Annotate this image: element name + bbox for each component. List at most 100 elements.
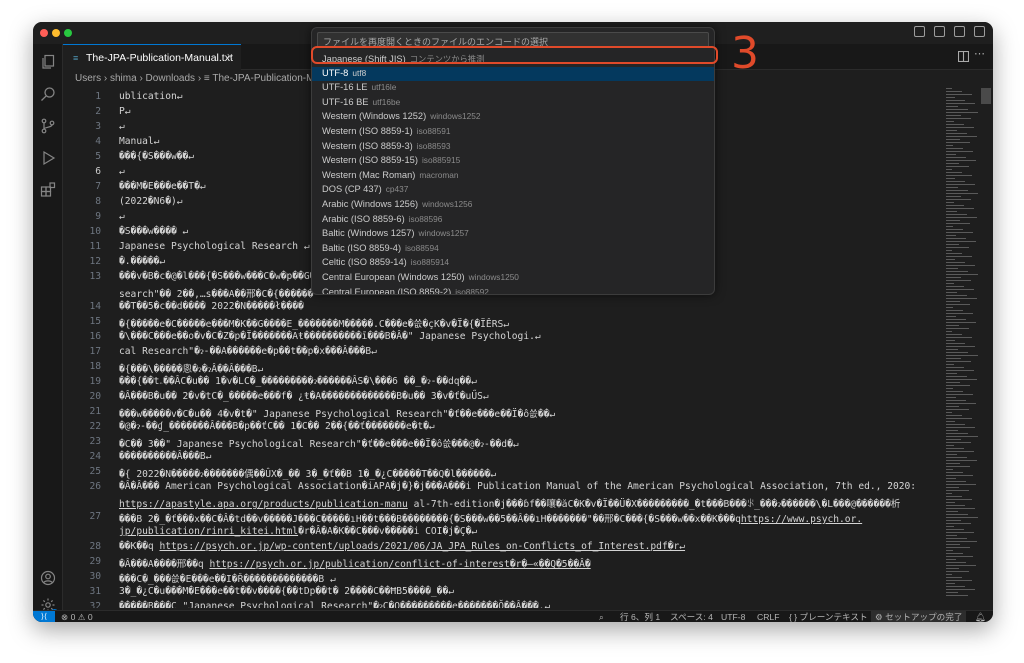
encoding-option[interactable]: Baltic (ISO 8859-4) iso88594 (312, 242, 714, 257)
zoom-search-icon[interactable]: ⌕ (599, 611, 604, 622)
code-line[interactable]: 21 ���w�����v�C�u�� 4�v�t�" Japanese Psyc… (63, 406, 943, 421)
minimap-line (946, 469, 953, 470)
explorer-icon[interactable] (40, 54, 56, 70)
customize-layout-icon[interactable] (914, 26, 925, 37)
code-line[interactable]: 20 �Â���B�u�� 2�v�tC�_�����e���f� ¿ŧ�A���… (63, 391, 943, 406)
line-number: 9 (95, 211, 101, 222)
encoding-option[interactable]: Celtic (ISO 8859-14) iso885914 (312, 256, 714, 271)
language-mode[interactable]: { } プレーンテキスト (789, 611, 868, 622)
line-text: �����B���C "Japanese Psychological Resea… (119, 601, 551, 608)
code-line[interactable]: 25 �{ 2022�N�����ɂ�������偊��ÛX�_�� 3�_�ť�… (63, 466, 943, 481)
selection-highlight-box (311, 46, 718, 64)
encoding-option[interactable]: DOS (CP 437) cp437 (312, 183, 714, 198)
minimap-line (946, 106, 958, 107)
line-text: P↵ (119, 106, 131, 117)
minimize-window-button[interactable] (52, 29, 60, 37)
cursor-position[interactable]: 行 6、列 1 (620, 611, 660, 622)
minimap-line (946, 199, 971, 200)
search-icon[interactable] (40, 86, 56, 102)
encoding-option[interactable]: Baltic (Windows 1257) windows1257 (312, 227, 714, 242)
minimap-line (946, 388, 953, 389)
minimap-line (946, 97, 955, 98)
remote-indicator[interactable]: ⟩⟨ (33, 611, 55, 622)
encoding-option-label: Central European (Windows 1250) (322, 271, 465, 282)
minimap-line (946, 109, 968, 110)
code-line[interactable]: 14 �́�T��5�c��d���� 2022�N�����ł���� (63, 301, 943, 316)
minimap-line (946, 523, 971, 524)
minimap-line (946, 460, 977, 461)
code-line[interactable]: 32 �����B���C "Japanese Psychological Res… (63, 601, 943, 608)
account-icon[interactable] (40, 570, 56, 586)
encoding-quick-pick: ファイルを再度開くときのファイルのエンコードの選択 Japanese (Shif… (311, 27, 715, 295)
line-text: ���B 2�_�ť���x��C�Â�td��v�����J���C�����… (119, 514, 863, 525)
code-line[interactable]: 16 �\���C���e��o�v�C�Z�p�Ï�������Aŧ������… (63, 331, 943, 346)
toggle-sidebar-icon[interactable] (934, 26, 945, 37)
tab-label: The-JPA-Publication-Manual.txt (86, 52, 233, 64)
encoding-option-label: Western (ISO 8859-15) (322, 155, 418, 166)
encoding-option[interactable]: UTF-8 utf8 (312, 66, 714, 82)
line-text: �Â�Â��� American Psychological Associati… (119, 481, 917, 492)
code-line[interactable]: 22 �@�ɂ-��ɠ_�������Â���B�p��ťC�� 1�C�� 2�… (63, 421, 943, 436)
encoding-option[interactable]: Arabic (ISO 8859-6) iso88596 (312, 213, 714, 228)
minimap-line (946, 298, 977, 299)
encoding-option[interactable]: Western (ISO 8859-15) iso885915 (312, 154, 714, 169)
encoding-option[interactable]: Western (Mac Roman) macroman (312, 169, 714, 184)
more-actions-icon[interactable]: ⋯ (974, 47, 985, 60)
zoom-window-button[interactable] (64, 29, 72, 37)
encoding-option[interactable]: Central European (Windows 1250) windows12… (312, 271, 714, 286)
minimap-line (946, 154, 956, 155)
code-line[interactable]: 18 �{���\�����悤�ɂ�ɂÂ��Â���B↵ (63, 361, 943, 376)
encoding-option[interactable]: Arabic (Windows 1256) windows1256 (312, 198, 714, 213)
tab-jpa-publication-manual[interactable]: ≡ The-JPA-Publication-Manual.txt × (63, 44, 241, 70)
line-number: 25 (89, 466, 101, 477)
code-line[interactable]: 23 �C�� 3��" Japanese Psychological Resea… (63, 436, 943, 451)
tab-close-icon[interactable]: × (227, 51, 233, 63)
code-line[interactable]: jp/publication/rinri_kitei.html�r�Â�A�K�… (63, 526, 943, 541)
minimap-line (946, 334, 962, 335)
encoding-option[interactable]: UTF-16 BE utf16be (312, 96, 714, 111)
minimap-line (946, 265, 975, 266)
minimap[interactable] (946, 88, 980, 608)
encoding-option[interactable]: Western (ISO 8859-1) iso88591 (312, 125, 714, 140)
code-line[interactable]: 28 ��K��q https://psych.or.jp/wp-content/… (63, 541, 943, 556)
indentation[interactable]: スペース: 4 (670, 611, 713, 622)
code-line[interactable]: 15 �{�����e�C�����e���M�K��G����E_�������… (63, 316, 943, 331)
minimap-line (946, 115, 961, 116)
line-text: ���v�B�c�@�l���{�S���w���C�w�p��G�b (119, 271, 322, 282)
scrollbar-thumb[interactable] (981, 88, 991, 104)
toggle-secondary-sidebar-icon[interactable] (974, 26, 985, 37)
code-line[interactable]: 19 ���{��tۦ��ÂC�u�� 1�v�LC�_���������ɂ���… (63, 376, 943, 391)
run-debug-icon[interactable] (40, 150, 56, 166)
breadcrumb[interactable]: Users › shima › Downloads › ≡ The-JPA-Pu… (63, 70, 314, 88)
problems-indicator[interactable]: ⊗ 0 ⚠ 0 (61, 611, 93, 622)
toggle-panel-icon[interactable] (954, 26, 965, 37)
encoding-option[interactable]: Western (ISO 8859-3) iso88593 (312, 140, 714, 155)
encoding-option-label: Western (ISO 8859-1) (322, 125, 413, 136)
notifications-bell-icon[interactable]: 🔔︎ (975, 611, 986, 622)
code-line[interactable]: 30 ���C�_���씂�E���e��I�Ř�������������B ↵ (63, 571, 943, 586)
encoding-indicator[interactable]: UTF-8 (721, 611, 745, 622)
code-line[interactable]: 29 �Â���A����邢��q https://psych.or.jp/pub… (63, 556, 943, 571)
code-line[interactable]: 17 cal Research"�ɂ-��A������e�p��t��p�x��… (63, 346, 943, 361)
minimap-line (946, 592, 958, 593)
code-line[interactable]: 24 ����������Â���B↵ (63, 451, 943, 466)
code-line[interactable]: https://apastyle.apa.org/products/public… (63, 496, 943, 511)
eol-indicator[interactable]: CRLF (757, 611, 779, 622)
minimap-line (946, 421, 955, 422)
encoding-option[interactable]: UTF-16 LE utf16le (312, 81, 714, 96)
setup-button[interactable]: ⚙ セットアップの完了 (871, 611, 967, 622)
encoding-option[interactable]: Central European (ISO 8859-2) iso88592 (312, 286, 714, 295)
close-window-button[interactable] (40, 29, 48, 37)
source-control-icon[interactable] (40, 118, 56, 134)
step-number-annotation: 3 (731, 28, 759, 79)
line-text: �́�T��5�c��d���� 2022�N�����ł���� (119, 301, 304, 312)
code-line[interactable]: 31 3�_�¿C�u���M�E���e��t��v����{��tDp��t�… (63, 586, 943, 601)
line-text: �Â���A����邢��q https://psych.or.jp/publi… (119, 559, 591, 570)
encoding-option[interactable]: Western (Windows 1252) windows1252 (312, 110, 714, 125)
code-line[interactable]: 26 �Â�Â��� American Psychological Associa… (63, 481, 943, 496)
minimap-line (946, 538, 967, 539)
split-editor-icon[interactable] (958, 51, 969, 62)
minimap-line (946, 496, 962, 497)
extensions-icon[interactable] (40, 182, 56, 198)
code-line[interactable]: 27 ���B 2�_�ť���x��C�Â�td��v�����J���C���… (63, 511, 943, 526)
